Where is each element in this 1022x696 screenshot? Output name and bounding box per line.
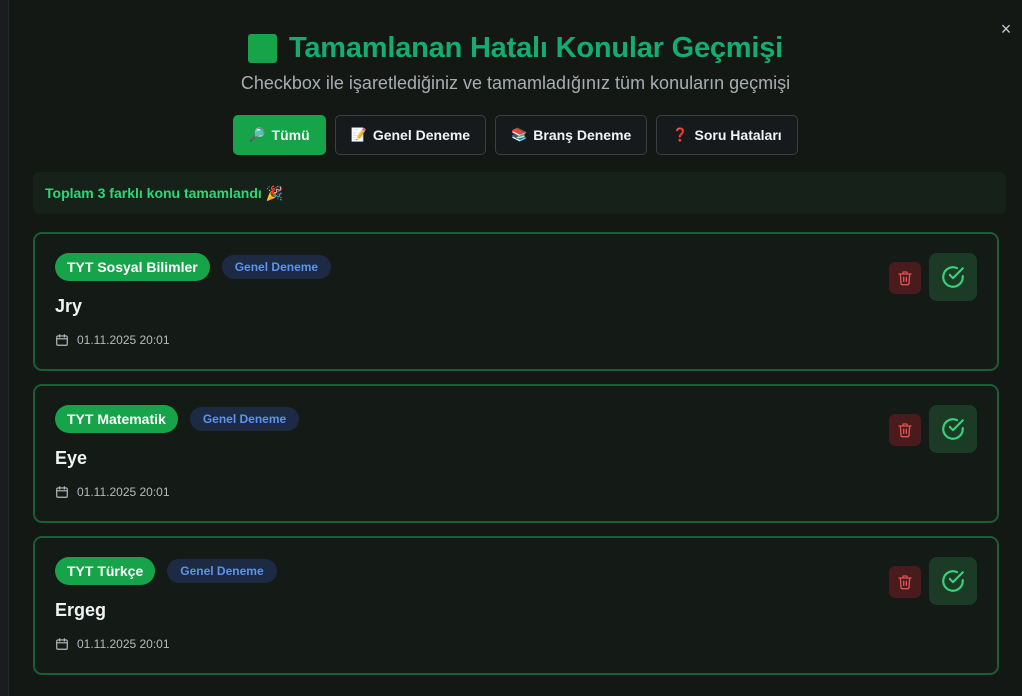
completed-topic-card: TYT Türkçe Genel Deneme Ergeg 01.11.2025… (33, 536, 999, 675)
check-circle-icon (942, 570, 964, 592)
completed-toggle-button[interactable] (929, 557, 977, 605)
check-circle-icon (942, 266, 964, 288)
exam-type-badge: Genel Deneme (189, 407, 300, 431)
modal-title: Tamamlanan Hatalı Konular Geçmişi (288, 31, 784, 64)
green-square-icon (247, 33, 277, 63)
filter-general-exam-button[interactable]: 📝 Genel Deneme (334, 115, 487, 155)
completed-date: 01.11.2025 20:01 (77, 485, 170, 499)
topic-name: Jry (55, 296, 83, 316)
modal-header: Tamamlanan Hatalı Konular Geçmişi (9, 28, 1022, 68)
exam-type-badge: Genel Deneme (167, 559, 277, 583)
trash-icon (898, 271, 912, 286)
delete-button[interactable] (889, 566, 921, 598)
subject-badge: TYT Sosyal Bilimler (55, 253, 210, 281)
date-row: 01.11.2025 20:01 (55, 485, 170, 499)
calendar-icon (56, 486, 68, 498)
filter-label: Tümü (271, 127, 310, 143)
filter-label: Soru Hataları (694, 127, 782, 143)
completed-topics-modal: × Tamamlanan Hatalı Konular Geçmişi Chec… (8, 0, 1022, 696)
card-tags: TYT Matematik Genel Deneme (55, 405, 300, 433)
question-mark-icon: ❓ (672, 127, 689, 142)
card-tags: TYT Türkçe Genel Deneme (55, 557, 277, 585)
subject-badge: TYT Türkçe (55, 557, 156, 585)
modal-subtitle: Checkbox ile işaretlediğiniz ve tamamlad… (240, 73, 791, 93)
summary-banner: Toplam 3 farklı konu tamamlandı 🎉 (33, 172, 1006, 214)
filter-all-button[interactable]: 🔎 Tümü (233, 115, 326, 155)
completed-topic-card: TYT Matematik Genel Deneme Eye 01.11.202… (33, 384, 999, 523)
completed-date: 01.11.2025 20:01 (77, 637, 170, 651)
magnifier-icon: 🔎 (249, 127, 266, 142)
background-page (0, 0, 8, 696)
delete-button[interactable] (889, 414, 921, 446)
filter-question-errors-button[interactable]: ❓ Soru Hataları (656, 115, 798, 155)
completed-topic-card: TYT Sosyal Bilimler Genel Deneme Jry 01.… (33, 232, 999, 371)
topic-name: Ergeg (55, 600, 107, 620)
trash-icon (898, 423, 912, 438)
date-row: 01.11.2025 20:01 (55, 333, 170, 347)
check-circle-icon (942, 418, 964, 440)
topic-name: Eye (55, 448, 88, 468)
completed-date: 01.11.2025 20:01 (77, 333, 170, 347)
filter-tabs: 🔎 Tümü 📝 Genel Deneme 📚 Branş Deneme ❓ S… (9, 115, 1022, 155)
date-row: 01.11.2025 20:01 (55, 637, 170, 651)
completed-toggle-button[interactable] (929, 405, 977, 453)
filter-label: Genel Deneme (372, 127, 471, 143)
memo-icon: 📝 (350, 127, 367, 142)
delete-button[interactable] (889, 262, 921, 294)
calendar-icon (56, 638, 68, 650)
subject-badge: TYT Matematik (55, 405, 178, 433)
filter-label: Branş Deneme (533, 127, 632, 143)
completed-toggle-button[interactable] (929, 253, 977, 301)
trash-icon (898, 575, 912, 590)
books-icon: 📚 (511, 127, 528, 142)
exam-type-badge: Genel Deneme (221, 255, 332, 279)
card-tags: TYT Sosyal Bilimler Genel Deneme (55, 253, 332, 281)
calendar-icon (56, 334, 68, 346)
filter-branch-exam-button[interactable]: 📚 Branş Deneme (495, 115, 648, 155)
